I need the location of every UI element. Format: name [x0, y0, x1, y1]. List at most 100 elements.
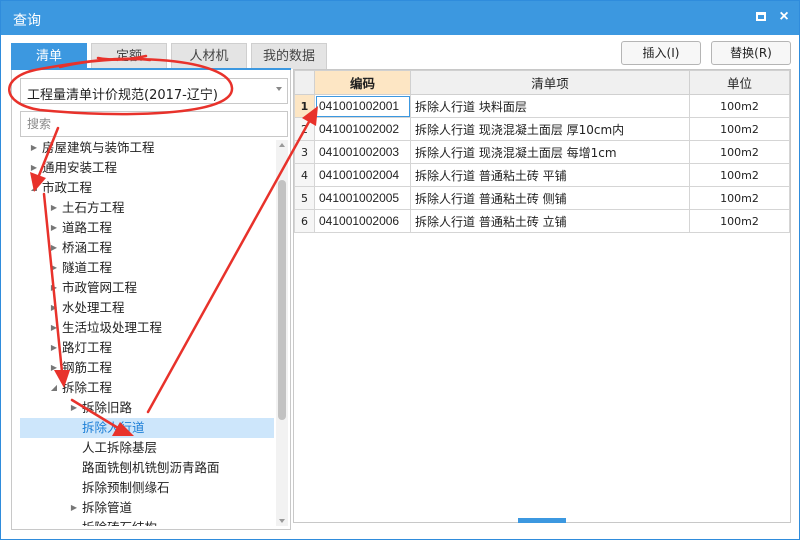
table-row[interactable]: 3 041001002003 拆除人行道 现浇混凝土面层 每增1cm 100m2	[294, 140, 790, 164]
row-number-cell[interactable]: 6	[294, 209, 315, 233]
item-cell[interactable]: 拆除人行道 现浇混凝土面层 厚10cm内	[410, 117, 690, 141]
bill-grid: 编码 清单项 单位 1 041001002001 拆除人行道 块料面层 100m2 2 0…	[293, 69, 791, 523]
tree-expand-icon[interactable]: ▶	[28, 158, 40, 178]
code-cell[interactable]: 041001002002	[314, 117, 411, 141]
tree-expand-icon[interactable]: ▶	[28, 140, 40, 158]
category-tree: ▶ 房屋建筑与装饰工程 ▶ 通用安装工程 ◢ 市政工程 ▶ 土石方工程 ▶ 道路工程 ▶ 桥涵工程 ▶ 隧…	[20, 140, 274, 526]
code-cell[interactable]: 041001002004	[314, 163, 411, 187]
tree-node[interactable]: ▶ 拆除管道	[20, 498, 274, 518]
unit-cell[interactable]: 100m2	[689, 209, 790, 233]
tree-expand-icon[interactable]: ▶	[48, 258, 60, 278]
scroll-up-icon[interactable]	[279, 143, 285, 147]
tree-node[interactable]: ▶ 市政管网工程	[20, 278, 274, 298]
search-input[interactable]	[20, 111, 288, 137]
close-icon[interactable]: ×	[777, 9, 791, 25]
code-cell[interactable]: 041001002001	[314, 94, 411, 118]
scroll-down-icon[interactable]	[279, 519, 285, 523]
row-number-cell[interactable]: 3	[294, 140, 315, 164]
tab-my-data[interactable]: 我的数据	[251, 43, 327, 69]
scroll-thumb[interactable]	[278, 180, 286, 420]
tree-expand-icon[interactable]: ▶	[48, 218, 60, 238]
tree-node[interactable]: 拆除预制侧缘石	[20, 478, 274, 498]
tree-node[interactable]: ▶ 道路工程	[20, 218, 274, 238]
tree-node-label: 拆除人行道	[82, 420, 145, 435]
tree-node[interactable]: ▶ 通用安装工程	[20, 158, 274, 178]
unit-cell[interactable]: 100m2	[689, 163, 790, 187]
tree-node[interactable]: ▶ 路灯工程	[20, 338, 274, 358]
tree-node-label: 拆除工程	[62, 380, 113, 395]
tab-bill[interactable]: 清单	[11, 43, 87, 69]
code-cell[interactable]: 041001002005	[314, 186, 411, 210]
panel-resize-handle[interactable]	[518, 518, 566, 523]
tree-node-label: 水处理工程	[62, 300, 125, 315]
item-cell[interactable]: 拆除人行道 现浇混凝土面层 每增1cm	[410, 140, 690, 164]
item-cell[interactable]: 拆除人行道 普通粘土砖 立铺	[410, 209, 690, 233]
spec-dropdown[interactable]: 工程量清单计价规范(2017-辽宁)	[20, 78, 288, 104]
tree-node[interactable]: ▶ 土石方工程	[20, 198, 274, 218]
title-bar[interactable]: 查询 ×	[1, 1, 799, 35]
item-cell[interactable]: 拆除人行道 普通粘土砖 侧铺	[410, 186, 690, 210]
row-number-cell[interactable]: 5	[294, 186, 315, 210]
tree-expand-icon[interactable]: ▶	[48, 338, 60, 358]
tree-node[interactable]: 拆除砖石结构	[20, 518, 274, 526]
tree-expand-icon[interactable]: ▶	[48, 198, 60, 218]
row-number-cell[interactable]: 2	[294, 117, 315, 141]
tree-node[interactable]: ▶ 钢筋工程	[20, 358, 274, 378]
column-header-item[interactable]: 清单项	[410, 70, 690, 95]
column-header-unit[interactable]: 单位	[689, 70, 790, 95]
tree-node-label: 拆除旧路	[82, 400, 133, 415]
tree-node[interactable]: ▶ 水处理工程	[20, 298, 274, 318]
unit-cell[interactable]: 100m2	[689, 117, 790, 141]
window-title: 查询	[13, 13, 41, 29]
tree-node[interactable]: 路面铣刨机铣刨沥青路面	[20, 458, 274, 478]
column-header-code[interactable]: 编码	[314, 70, 411, 95]
item-cell[interactable]: 拆除人行道 普通粘土砖 平铺	[410, 163, 690, 187]
tree-node[interactable]: ◢ 市政工程	[20, 178, 274, 198]
row-number-cell[interactable]: 4	[294, 163, 315, 187]
table-row[interactable]: 4 041001002004 拆除人行道 普通粘土砖 平铺 100m2	[294, 163, 790, 187]
code-cell[interactable]: 041001002006	[314, 209, 411, 233]
tree-expand-icon[interactable]: ▶	[48, 358, 60, 378]
tree-node-label: 房屋建筑与装饰工程	[42, 140, 155, 155]
tree-node-label: 市政工程	[42, 180, 93, 195]
tab-materials[interactable]: 人材机	[171, 43, 247, 69]
unit-cell[interactable]: 100m2	[689, 186, 790, 210]
insert-button[interactable]: 插入(I)	[621, 41, 701, 65]
left-panel: 工程量清单计价规范(2017-辽宁) ▶房屋建筑与装饰工程▶通用安装工程◢市政工…	[11, 70, 291, 530]
spec-dropdown-value: 工程量清单计价规范(2017-辽宁)	[27, 88, 218, 103]
table-row[interactable]: 5 041001002005 拆除人行道 普通粘土砖 侧铺 100m2	[294, 186, 790, 210]
tree-collapse-icon[interactable]: ◢	[28, 178, 40, 198]
table-row[interactable]: 6 041001002006 拆除人行道 普通粘土砖 立铺 100m2	[294, 209, 790, 233]
tree-node[interactable]: ▶ 房屋建筑与装饰工程	[20, 140, 274, 158]
tree-collapse-icon[interactable]: ◢	[48, 378, 60, 398]
code-cell[interactable]: 041001002003	[314, 140, 411, 164]
tree-node[interactable]: ◢ 拆除工程	[20, 378, 274, 398]
chevron-down-icon	[276, 87, 282, 91]
tree-scrollbar[interactable]	[276, 140, 288, 526]
query-window: 查询 × 清单 定额 人材机 我的数据 插入(I) 替换(R) 工程量清单计价规…	[0, 0, 800, 540]
tree-node[interactable]: ▶ 桥涵工程	[20, 238, 274, 258]
tree-node-label: 拆除管道	[82, 500, 133, 515]
tree-expand-icon[interactable]: ▶	[48, 278, 60, 298]
table-row[interactable]: 2 041001002002 拆除人行道 现浇混凝土面层 厚10cm内 100m2	[294, 117, 790, 141]
tree-expand-icon[interactable]: ▶	[68, 498, 80, 518]
tree-expand-icon[interactable]: ▶	[48, 298, 60, 318]
replace-button[interactable]: 替换(R)	[711, 41, 791, 65]
tree-node[interactable]: ▶ 生活垃圾处理工程	[20, 318, 274, 338]
unit-cell[interactable]: 100m2	[689, 94, 790, 118]
row-number-cell[interactable]: 1	[294, 94, 315, 118]
tree-expand-icon[interactable]: ▶	[48, 238, 60, 258]
unit-cell[interactable]: 100m2	[689, 140, 790, 164]
tree-expand-icon[interactable]: ▶	[48, 318, 60, 338]
tree-node[interactable]: 拆除人行道	[20, 418, 274, 438]
tree-node[interactable]: ▶ 拆除旧路	[20, 398, 274, 418]
tree-node[interactable]: ▶ 隧道工程	[20, 258, 274, 278]
tree-expand-icon[interactable]: ▶	[68, 398, 80, 418]
tree-node[interactable]: 人工拆除基层	[20, 438, 274, 458]
maximize-icon[interactable]	[754, 10, 768, 24]
table-row[interactable]: 1 041001002001 拆除人行道 块料面层 100m2	[294, 94, 790, 118]
tree-node-label: 生活垃圾处理工程	[62, 320, 163, 335]
tree-node-label: 拆除预制侧缘石	[82, 480, 170, 495]
item-cell[interactable]: 拆除人行道 块料面层	[410, 94, 690, 118]
tab-quota[interactable]: 定额	[91, 43, 167, 69]
